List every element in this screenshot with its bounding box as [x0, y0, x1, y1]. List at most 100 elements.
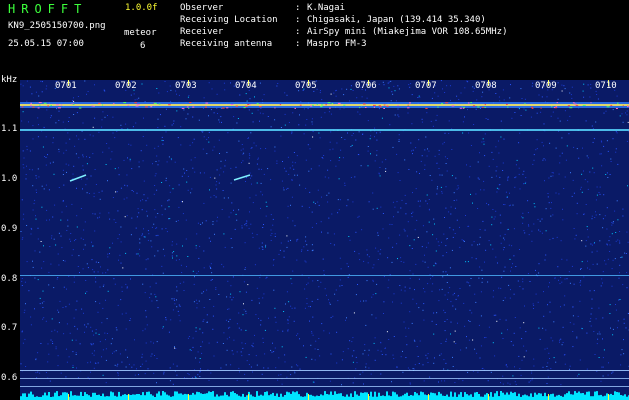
info-location: Receiving Location: Chigasaki, Japan (139… — [180, 15, 486, 26]
noise-pixel — [515, 266, 517, 267]
noise-pixel — [343, 94, 345, 96]
noise-pixel — [376, 132, 378, 134]
noise-pixel — [523, 356, 525, 358]
noise-pixel — [35, 177, 37, 179]
noise-pixel — [515, 176, 517, 178]
carrier-hotspot — [274, 107, 276, 109]
noise-pixel — [359, 259, 361, 261]
noise-pixel — [593, 290, 595, 292]
noise-pixel — [314, 203, 316, 205]
noise-pixel — [414, 229, 416, 231]
noise-pixel — [625, 327, 627, 329]
noise-pixel — [45, 156, 47, 158]
noise-pixel — [85, 326, 87, 328]
noise-pixel — [347, 266, 349, 268]
noise-pixel — [37, 168, 39, 170]
noise-pixel — [223, 171, 225, 173]
noise-floor-bar — [330, 391, 332, 400]
noise-pixel — [26, 165, 27, 167]
noise-pixel — [527, 212, 529, 214]
noise-pixel — [583, 83, 585, 85]
carrier-hotspot — [158, 103, 161, 105]
noise-pixel — [199, 172, 201, 174]
noise-pixel — [446, 252, 448, 253]
noise-floor-bar — [578, 391, 580, 400]
noise-pixel — [37, 117, 39, 119]
noise-pixel — [165, 177, 167, 179]
noise-floor-bar — [518, 393, 520, 400]
noise-pixel — [329, 303, 331, 305]
noise-pixel — [72, 249, 74, 251]
noise-pixel — [206, 321, 208, 323]
noise-pixel — [107, 290, 109, 292]
minute-tick — [608, 394, 609, 400]
noise-pixel — [126, 215, 128, 217]
noise-pixel — [492, 158, 494, 160]
noise-floor-bar — [88, 395, 90, 400]
noise-pixel — [602, 357, 604, 359]
noise-pixel — [459, 226, 460, 228]
noise-pixel — [174, 303, 176, 305]
noise-pixel — [509, 97, 511, 99]
noise-pixel — [201, 352, 203, 354]
noise-pixel — [106, 143, 108, 144]
noise-pixel — [82, 165, 84, 167]
noise-pixel — [379, 175, 381, 177]
noise-pixel — [262, 342, 264, 343]
noise-pixel — [157, 118, 159, 120]
noise-pixel — [509, 258, 511, 260]
noise-pixel — [434, 357, 435, 359]
noise-floor-bar — [184, 393, 186, 400]
noise-pixel — [276, 162, 278, 164]
noise-pixel — [40, 241, 42, 242]
noise-pixel — [414, 364, 416, 366]
noise-pixel — [383, 84, 385, 86]
noise-floor-bar — [192, 392, 194, 400]
noise-pixel — [176, 299, 177, 301]
noise-pixel — [273, 259, 274, 261]
noise-floor-bar — [374, 391, 376, 400]
noise-pixel — [560, 240, 562, 242]
noise-pixel — [59, 300, 61, 302]
noise-pixel — [577, 375, 578, 377]
noise-pixel — [532, 82, 534, 84]
noise-pixel — [318, 338, 320, 339]
noise-pixel — [561, 84, 563, 86]
info-sep: : — [295, 39, 301, 49]
noise-pixel — [51, 318, 53, 320]
noise-pixel — [617, 163, 619, 165]
noise-pixel — [477, 161, 479, 163]
noise-pixel — [440, 343, 442, 344]
noise-pixel — [563, 354, 565, 356]
noise-pixel — [117, 374, 119, 376]
noise-pixel — [244, 242, 246, 244]
noise-pixel — [176, 243, 178, 245]
noise-pixel — [262, 194, 263, 196]
carrier-hotspot — [56, 104, 59, 106]
noise-pixel — [276, 160, 278, 162]
noise-pixel — [543, 315, 545, 317]
noise-pixel — [105, 348, 107, 350]
noise-floor-bar — [390, 396, 392, 400]
noise-pixel — [576, 148, 578, 150]
noise-pixel — [82, 122, 84, 124]
noise-pixel — [450, 213, 452, 215]
carrier-hotspot — [373, 106, 375, 108]
noise-pixel — [623, 353, 625, 355]
noise-pixel — [63, 152, 65, 154]
noise-pixel — [195, 357, 197, 359]
noise-pixel — [202, 320, 204, 322]
noise-pixel — [238, 367, 240, 369]
noise-pixel — [626, 110, 628, 112]
noise-pixel — [21, 238, 23, 240]
noise-pixel — [112, 197, 114, 198]
noise-floor-bar — [358, 395, 360, 400]
carrier-hotspot — [470, 102, 472, 104]
noise-pixel — [397, 108, 399, 110]
noise-pixel — [73, 114, 75, 115]
noise-pixel — [533, 159, 535, 161]
noise-pixel — [60, 235, 62, 237]
noise-pixel — [263, 224, 264, 225]
noise-pixel — [203, 291, 204, 293]
noise-pixel — [554, 277, 556, 279]
